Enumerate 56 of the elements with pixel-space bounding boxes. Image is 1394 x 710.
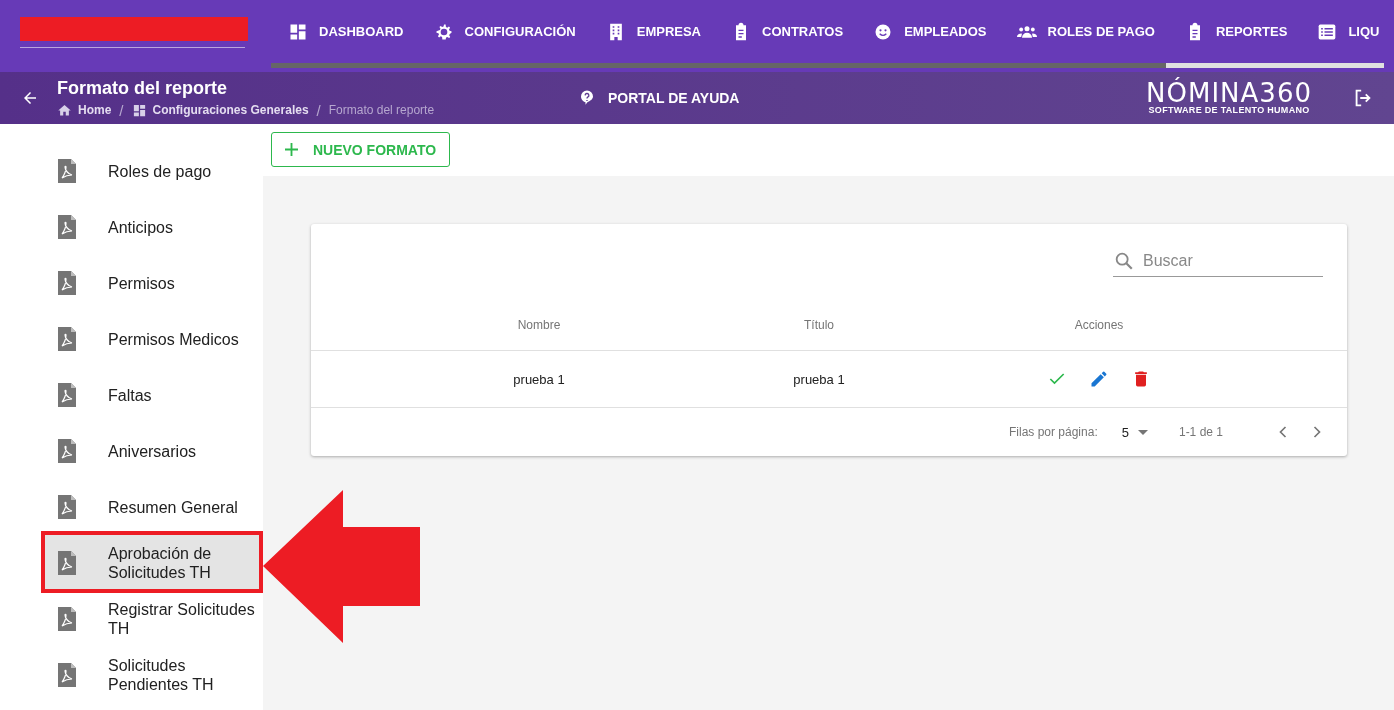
pdf-file-icon bbox=[58, 551, 76, 575]
plus-icon bbox=[284, 143, 298, 156]
rows-per-page-label: Filas por página: bbox=[1009, 425, 1098, 439]
nav-label: CONTRATOS bbox=[762, 24, 844, 39]
edit-pencil-icon[interactable] bbox=[1089, 369, 1109, 389]
nav-label: DASHBOARD bbox=[319, 24, 404, 39]
dashboard-icon bbox=[131, 102, 147, 118]
column-header[interactable]: Título bbox=[804, 318, 834, 332]
nav-label: REPORTES bbox=[1215, 24, 1288, 39]
rows-per-page-select[interactable]: 5 bbox=[1121, 424, 1148, 440]
nav-item[interactable]: REPORTES bbox=[1184, 21, 1288, 42]
nav-label: EMPLEADOS bbox=[904, 24, 987, 39]
nav-item[interactable]: EMPRESA bbox=[605, 21, 701, 42]
page-range-text: 1-1 de 1 bbox=[1178, 425, 1223, 439]
sidebar-item[interactable]: Aprobación de Solicitudes TH bbox=[45, 535, 259, 591]
nav-label: ROLES DE PAGO bbox=[1047, 24, 1155, 39]
pdf-file-icon bbox=[58, 607, 76, 631]
home-icon bbox=[57, 102, 72, 118]
nav-label: LIQU bbox=[1348, 24, 1380, 39]
nav-item[interactable]: EMPLEADOS bbox=[873, 21, 987, 42]
sidebar-item[interactable]: Roles de pago bbox=[45, 143, 259, 199]
breadcrumb-link[interactable]: Configuraciones Generales bbox=[131, 102, 309, 118]
sidebar-item[interactable]: Registrar Solicitudes TH bbox=[45, 591, 259, 647]
dropdown-caret-icon bbox=[1137, 429, 1148, 435]
pdf-file-icon bbox=[58, 215, 76, 239]
pdf-file-icon bbox=[58, 663, 76, 687]
pdf-file-icon bbox=[58, 439, 76, 463]
nav-item[interactable]: DASHBOARD bbox=[288, 21, 404, 42]
search-field[interactable]: Buscar bbox=[1141, 250, 1315, 271]
sidebar-item[interactable]: Faltas bbox=[45, 367, 259, 423]
pdf-file-icon bbox=[58, 271, 76, 295]
sidebar-item[interactable]: Anticipos bbox=[45, 199, 259, 255]
nav-label: CONFIGURACIÓN bbox=[464, 24, 576, 39]
page-title: Formato del reporte bbox=[57, 77, 229, 99]
column-header[interactable]: Acciones bbox=[1074, 318, 1124, 332]
nav-item[interactable]: ROLES DE PAGO bbox=[1016, 21, 1155, 42]
breadcrumb-link[interactable]: Home bbox=[57, 102, 112, 118]
sidebar-item[interactable]: Solicitudes Pendientes TH bbox=[45, 647, 259, 703]
nav-item[interactable]: CONTRATOS bbox=[731, 21, 844, 42]
pdf-file-icon bbox=[58, 383, 76, 407]
table-cell: prueba 1 bbox=[793, 371, 845, 387]
pdf-file-icon bbox=[58, 495, 76, 519]
help-portal-link[interactable]: PORTAL DE AYUDA bbox=[578, 89, 740, 107]
nav-label: EMPRESA bbox=[636, 24, 701, 39]
sidebar-item[interactable]: Resumen General bbox=[45, 479, 259, 535]
sidebar-item[interactable]: Permisos bbox=[45, 255, 259, 311]
nav-item[interactable]: LIQU bbox=[1317, 21, 1380, 42]
sidebar-item[interactable]: Aniversarios bbox=[45, 423, 259, 479]
breadcrumb-separator: / bbox=[119, 101, 124, 119]
pdf-file-icon bbox=[58, 159, 76, 183]
column-header[interactable]: Nombre bbox=[517, 318, 561, 332]
table-cell: prueba 1 bbox=[513, 371, 565, 387]
pdf-file-icon bbox=[58, 327, 76, 351]
sidebar-item[interactable]: Permisos Medicos bbox=[45, 311, 259, 367]
nav-item[interactable]: CONFIGURACIÓN bbox=[433, 21, 576, 42]
breadcrumb-separator: / bbox=[316, 101, 321, 119]
